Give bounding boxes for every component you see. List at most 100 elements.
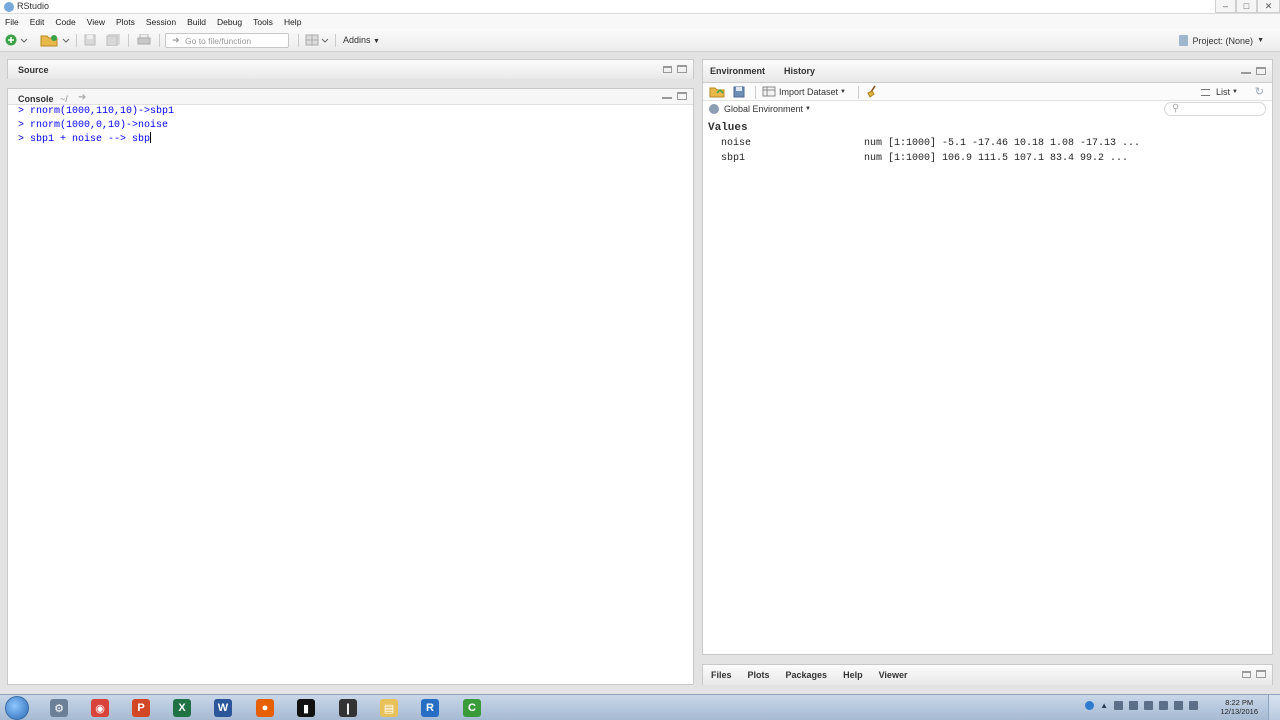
open-folder-icon[interactable] <box>40 33 70 47</box>
text-cursor <box>150 132 152 143</box>
maximize-icon[interactable] <box>677 92 687 100</box>
menu-session[interactable]: Session <box>146 17 176 27</box>
toolbar-separator <box>76 34 77 47</box>
import-dataset-button[interactable]: Import Dataset ▼ <box>762 86 846 97</box>
source-pane: Source <box>7 59 694 79</box>
minimize-icon[interactable] <box>1241 72 1251 74</box>
console-prompt: > <box>18 134 25 145</box>
console-output[interactable]: > rnorm(1000,110,10)->sbp1 > rnorm(1000,… <box>18 105 174 147</box>
taskbar-app-windows-explorer[interactable]: ⚙ <box>44 697 74 719</box>
taskbar-app-chrome[interactable]: ◉ <box>85 697 115 719</box>
window-title: RStudio <box>17 1 50 11</box>
load-workspace-icon[interactable] <box>709 86 725 101</box>
console-prompt: > <box>18 119 25 131</box>
addins-label: Addins <box>343 35 371 45</box>
goto-file-function-input[interactable]: ➜ Go to file/function <box>165 33 289 48</box>
monitor-icon[interactable] <box>1144 701 1153 710</box>
global-environment-select[interactable]: Global Environment ▼ <box>709 104 811 114</box>
environment-scope-bar: Global Environment ▼ ⚲ <box>703 101 1272 119</box>
maximize-icon[interactable] <box>1256 67 1266 75</box>
minimize-icon[interactable] <box>662 97 672 99</box>
volume-icon[interactable] <box>1174 701 1183 710</box>
source-title[interactable]: Source <box>18 65 49 75</box>
tab-history[interactable]: History <box>784 66 815 76</box>
tab-plots[interactable]: Plots <box>748 670 770 680</box>
save-icon[interactable] <box>83 33 97 47</box>
menu-debug[interactable]: Debug <box>217 17 242 27</box>
print-icon[interactable] <box>136 33 152 47</box>
maximize-button[interactable]: □ <box>1236 0 1257 13</box>
environment-search-input[interactable]: ⚲ <box>1164 102 1266 116</box>
project-icon <box>1178 35 1188 46</box>
menu-code[interactable]: Code <box>55 17 75 27</box>
variable-name: noise <box>721 138 752 149</box>
restore-icon[interactable] <box>1242 670 1251 678</box>
table-icon <box>762 86 776 97</box>
goto-dir-arrow-icon[interactable]: ➜ <box>78 92 86 103</box>
console-input[interactable]: sbp1 + noise --> sbp <box>30 134 150 145</box>
taskbar-app-r[interactable]: R <box>415 697 445 719</box>
close-button[interactable]: ✕ <box>1257 0 1280 13</box>
environment-row[interactable]: noise num [1:1000] -5.1 -17.46 10.18 1.0… <box>703 138 1272 153</box>
taskbar-app-excel[interactable]: X <box>167 697 197 719</box>
maximize-icon[interactable] <box>1256 670 1266 678</box>
system-clock[interactable]: 8:22 PM 12/13/2016 <box>1220 698 1258 716</box>
save-all-icon[interactable] <box>105 33 121 47</box>
minimize-button[interactable]: – <box>1215 0 1236 13</box>
menu-view[interactable]: View <box>87 17 105 27</box>
menu-file[interactable]: File <box>5 17 19 27</box>
start-button[interactable] <box>5 696 29 720</box>
wifi-icon[interactable] <box>1159 701 1168 710</box>
environment-row[interactable]: sbp1 num [1:1000] 106.9 111.5 107.1 83.4… <box>703 153 1272 168</box>
menu-plots[interactable]: Plots <box>116 17 135 27</box>
list-view-toggle[interactable]: List ▼ <box>1201 87 1238 97</box>
settings-tray-icon[interactable] <box>1189 701 1198 710</box>
rstudio-icon <box>4 2 14 12</box>
taskbar-app-firefox[interactable]: ● <box>250 697 280 719</box>
maximize-icon[interactable] <box>677 65 687 73</box>
show-hidden-icons-icon[interactable]: ▲ <box>1100 701 1108 710</box>
new-file-icon[interactable] <box>5 33 29 47</box>
folder-icon: ▤ <box>380 699 398 717</box>
taskbar-app-word[interactable]: W <box>208 697 238 719</box>
menu-edit[interactable]: Edit <box>30 17 45 27</box>
windows-taskbar: ⚙ ◉ P X W ● ▮ ❙ ▤ R C ▲ 8:22 PM 12/13/2016 <box>0 694 1280 720</box>
addins-menu[interactable]: Addins ▼ <box>343 35 380 45</box>
toolbar-separator <box>335 34 336 47</box>
show-desktop-button[interactable] <box>1268 695 1280 720</box>
broom-clear-icon[interactable] <box>866 85 878 101</box>
network-activity-icon[interactable] <box>1085 701 1095 710</box>
system-tray: ▲ <box>1085 701 1198 710</box>
taskbar-app-audio[interactable]: ❙ <box>333 697 363 719</box>
console-input-line[interactable]: > sbp1 + noise --> sbp <box>18 132 174 147</box>
console-pane: Console ~/ ➜ > rnorm(1000,110,10)->sbp1 … <box>7 88 694 685</box>
tab-files[interactable]: Files <box>711 670 732 680</box>
tab-packages[interactable]: Packages <box>786 670 828 680</box>
menu-help[interactable]: Help <box>284 17 301 27</box>
toolbar-separator <box>159 34 160 47</box>
menu-build[interactable]: Build <box>187 17 206 27</box>
taskbar-app-camtasia[interactable]: C <box>457 697 487 719</box>
taskbar-app-terminal[interactable]: ▮ <box>291 697 321 719</box>
workspace-panes-icon[interactable] <box>305 33 329 47</box>
tab-viewer[interactable]: Viewer <box>879 670 908 680</box>
toolbar-separator <box>128 34 129 47</box>
project-menu[interactable]: Project: (None) ▼ <box>1178 35 1264 46</box>
environment-tabs: Environment History <box>710 66 815 76</box>
menu-tools[interactable]: Tools <box>253 17 273 27</box>
title-bar: RStudio – □ ✕ <box>0 0 1280 14</box>
save-workspace-icon[interactable] <box>733 86 745 101</box>
restore-icon[interactable] <box>663 65 672 73</box>
environment-toolbar: Import Dataset ▼ List ▼ ↻ <box>703 83 1272 101</box>
chevron-down-icon: ▼ <box>1257 37 1264 44</box>
tab-help[interactable]: Help <box>843 670 863 680</box>
sync-icon[interactable] <box>1129 701 1138 710</box>
console-working-dir: ~/ <box>60 94 68 104</box>
refresh-icon[interactable]: ↻ <box>1255 85 1264 98</box>
flag-icon[interactable] <box>1114 701 1123 710</box>
tab-environment[interactable]: Environment <box>710 66 765 76</box>
console-title[interactable]: Console <box>18 94 54 104</box>
taskbar-app-powerpoint[interactable]: P <box>126 697 156 719</box>
taskbar-app-folder[interactable]: ▤ <box>374 697 404 719</box>
console-prompt: > <box>18 106 25 117</box>
